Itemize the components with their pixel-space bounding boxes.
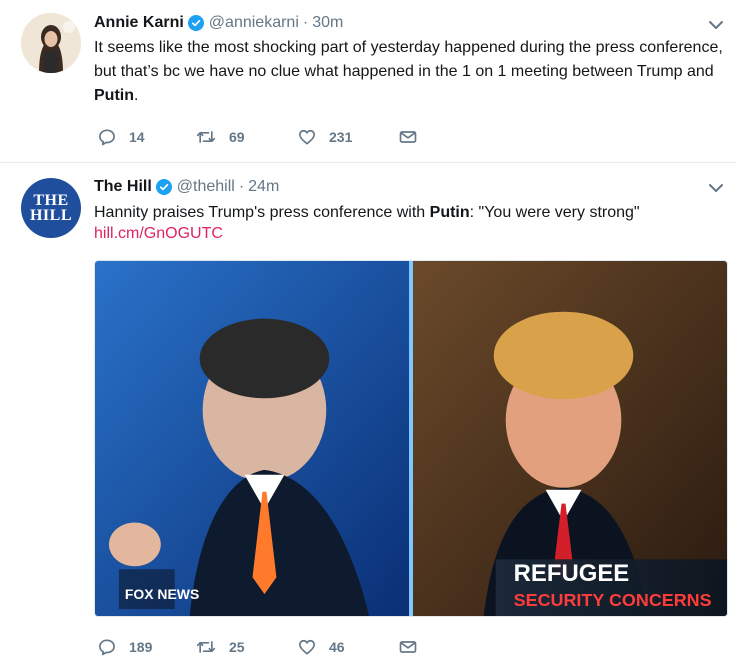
hashtag-putin[interactable]: Putin	[430, 204, 470, 221]
tweet-text: It seems like the most shocking part of …	[94, 36, 724, 108]
tweet-text: Hannity praises Trump's press conference…	[94, 201, 724, 225]
direct-message-button[interactable]	[397, 125, 419, 149]
retweet-button[interactable]: 25	[195, 635, 245, 659]
avatar[interactable]	[21, 13, 81, 73]
media-banner-line2: SECURITY CONCERNS	[514, 590, 712, 610]
hashtag-putin[interactable]: Putin	[94, 87, 134, 104]
reply-icon	[99, 639, 115, 656]
timeline: Annie Karni @anniekarni · 30m It seems l…	[0, 0, 737, 661]
like-button[interactable]: 231	[297, 125, 352, 149]
reply-count: 189	[129, 639, 153, 655]
reply-count: 14	[129, 129, 145, 145]
retweet-icon	[196, 641, 216, 653]
envelope-icon	[399, 641, 417, 653]
tweet-text-part: .	[134, 87, 139, 104]
retweet-button[interactable]: 69	[195, 125, 245, 149]
tweet[interactable]: Annie Karni @anniekarni · 30m It seems l…	[0, 0, 737, 162]
author-handle[interactable]: @thehill	[177, 178, 235, 196]
tweet-text-part: : "You were very strong"	[469, 204, 640, 221]
like-count: 231	[329, 129, 353, 145]
envelope-icon	[399, 131, 417, 143]
tweet-header: Annie Karni @anniekarni · 30m	[94, 12, 343, 34]
verified-badge-icon	[187, 15, 204, 31]
avatar[interactable]: THE HILL	[21, 178, 81, 238]
direct-message-button[interactable]	[397, 635, 419, 659]
author-name[interactable]: The Hill	[94, 178, 152, 196]
tweet-header: The Hill @thehill · 24m	[94, 176, 279, 198]
reply-button[interactable]: 14	[97, 125, 145, 149]
author-name[interactable]: Annie Karni	[94, 14, 184, 32]
tweet-text-part: Hannity praises Trump's press conference…	[94, 204, 430, 221]
heart-icon	[299, 129, 315, 145]
separator: ·	[302, 14, 309, 31]
like-count: 46	[329, 639, 345, 655]
separator: ·	[238, 178, 245, 195]
tweet-link[interactable]: hill.cm/GnOGUTC	[94, 225, 223, 243]
verified-badge-icon	[155, 179, 172, 195]
reply-icon	[99, 129, 115, 146]
network-logo: FOX NEWS	[125, 586, 199, 602]
chevron-down-icon[interactable]	[707, 181, 725, 193]
retweet-count: 25	[229, 639, 245, 655]
heart-icon	[299, 639, 315, 655]
retweet-icon	[196, 131, 216, 143]
media-banner-line1: REFUGEE	[514, 560, 630, 587]
avatar-logo-line: THE	[33, 192, 69, 209]
author-handle[interactable]: @anniekarni	[209, 14, 299, 32]
chevron-down-icon[interactable]	[707, 18, 725, 30]
avatar-logo-line: HILL	[29, 207, 72, 224]
timestamp[interactable]: 24m	[248, 178, 279, 196]
avatar-photo	[21, 13, 81, 73]
like-button[interactable]: 46	[297, 635, 345, 659]
tweet[interactable]: THE HILL The Hill @thehill · 24m Hannity…	[0, 163, 737, 661]
retweet-count: 69	[229, 129, 245, 145]
tweet-text-part: It seems like the most shocking part of …	[94, 39, 723, 80]
tweet-media[interactable]: REFUGEE SECURITY CONCERNS FOX NEWS	[94, 260, 728, 617]
reply-button[interactable]: 189	[97, 635, 152, 659]
timestamp[interactable]: 30m	[312, 14, 343, 32]
media-image: REFUGEE SECURITY CONCERNS FOX NEWS	[95, 261, 727, 616]
